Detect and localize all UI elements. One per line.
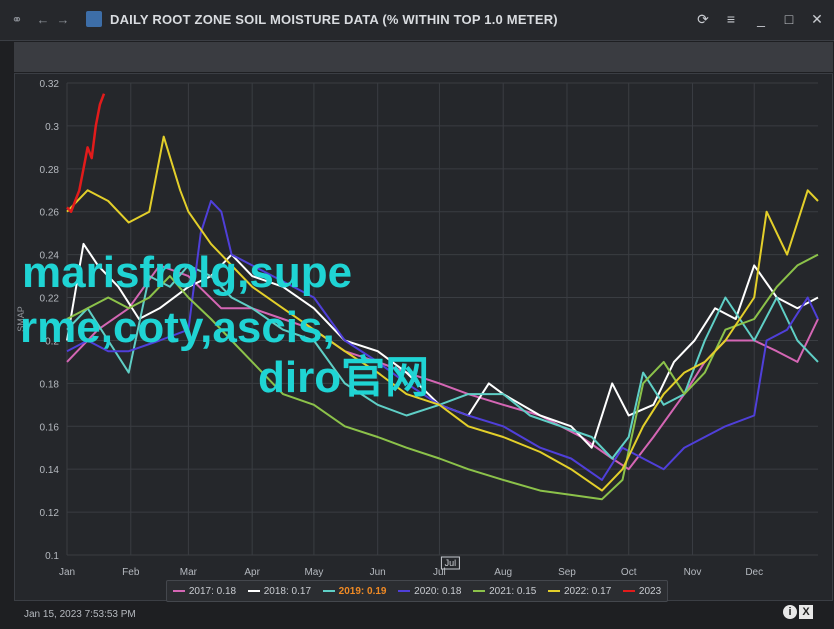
y-tick-label: 0.18	[40, 379, 60, 390]
legend-swatch	[322, 590, 335, 592]
legend-item-2021[interactable]: 2021: 0.15	[473, 586, 536, 597]
x-tick-label: May	[304, 567, 323, 578]
legend-swatch	[247, 590, 260, 592]
x-tick-label: Apr	[244, 567, 260, 578]
info-icon[interactable]: i	[783, 605, 797, 619]
x-tick-label: Sep	[558, 567, 576, 578]
legend-item-2019[interactable]: 2019: 0.19	[322, 585, 387, 597]
legend-item-2018[interactable]: 2018: 0.17	[247, 585, 312, 597]
x-tick-label: Jan	[59, 567, 75, 578]
legend-swatch	[473, 590, 486, 592]
legend-swatch	[398, 590, 411, 592]
x-tick-label: Oct	[621, 567, 637, 578]
legend-label: 2022: 0.17	[564, 585, 612, 597]
watermark-line-2: rme,coty,ascis,	[20, 303, 335, 352]
legend-item-2020[interactable]: 2020: 0.18	[398, 586, 461, 597]
x-tick-label: Feb	[122, 567, 140, 578]
x-tick-label: Jun	[370, 567, 386, 578]
series-line-2023	[66, 93, 106, 213]
x-tick-label: Mar	[180, 567, 198, 578]
legend-swatch	[622, 590, 635, 592]
legend-item-2022[interactable]: 2022: 0.17	[548, 586, 611, 597]
date-marker-label: Jul	[445, 558, 457, 568]
legend-item-2023[interactable]: 2023	[622, 585, 662, 597]
watermark-line-1: marisfrolg,supe	[22, 248, 353, 297]
legend-label: 2019: 0.19	[338, 585, 387, 597]
legend-label: 2018: 0.17	[263, 585, 312, 597]
legend-swatch	[548, 590, 560, 592]
chart-legend: 2017: 0.18 2018: 0.17 2019: 0.19 2020: 0.18…	[166, 580, 668, 602]
watermark-line-3: diro官网	[258, 353, 430, 402]
x-tick-label: Dec	[745, 567, 763, 578]
y-tick-label: 0.32	[40, 79, 60, 90]
legend-swatch	[172, 590, 185, 592]
y-tick-label: 0.26	[40, 208, 60, 219]
legend-label: 2017: 0.18	[188, 585, 237, 597]
y-tick-label: 0.14	[40, 465, 60, 476]
x-tick-label: Nov	[684, 567, 702, 578]
export-icon[interactable]: X	[799, 605, 813, 619]
x-tick-label: Aug	[494, 567, 512, 578]
y-tick-label: 0.1	[45, 551, 59, 562]
timestamp: Jan 15, 2023 7:53:53 PM	[24, 609, 136, 620]
legend-label: 2021: 0.15	[489, 585, 537, 597]
legend-label: 2023	[638, 585, 662, 597]
y-tick-label: 0.3	[45, 122, 59, 133]
y-tick-label: 0.28	[40, 165, 60, 176]
legend-item-2017[interactable]: 2017: 0.18	[172, 585, 237, 597]
y-tick-label: 0.12	[40, 508, 60, 519]
legend-label: 2020: 0.18	[414, 585, 462, 597]
y-tick-label: 0.16	[40, 422, 60, 433]
